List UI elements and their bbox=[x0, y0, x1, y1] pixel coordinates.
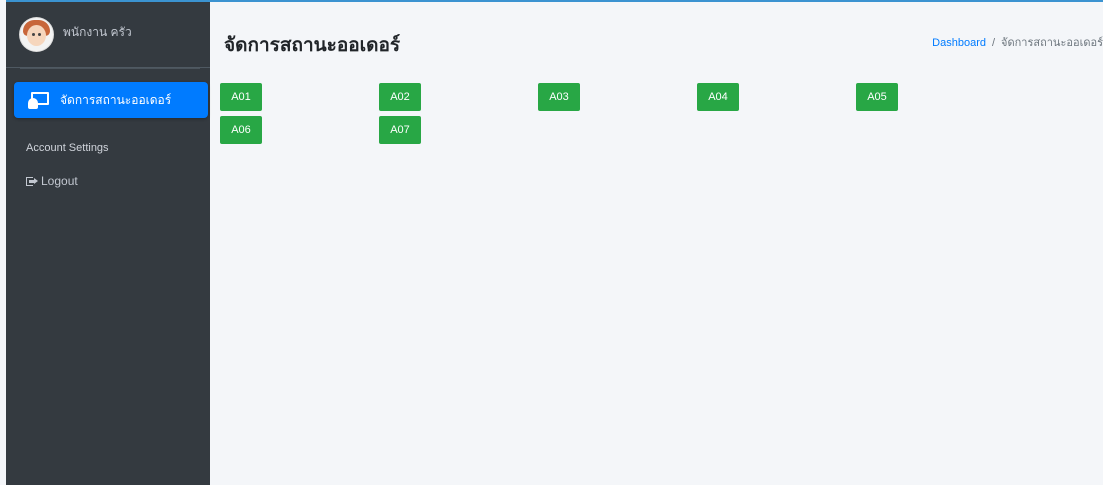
avatar-icon bbox=[20, 18, 53, 51]
user-name: พนักงาน ครัว bbox=[63, 25, 132, 39]
table-grid: A01 A02 A03 A04 A05 A06 A07 bbox=[220, 83, 1100, 144]
breadcrumb: Dashboard / จัดการสถานะออเดอร์ bbox=[932, 33, 1103, 51]
logout-label: Logout bbox=[41, 174, 78, 188]
app-root: พนักงาน ครัว จัดการสถานะออเดอร์ Account … bbox=[0, 0, 1103, 485]
table-button-a04[interactable]: A04 bbox=[697, 83, 739, 111]
breadcrumb-current: จัดการสถานะออเดอร์ bbox=[1001, 37, 1103, 49]
user-panel[interactable]: พนักงาน ครัว bbox=[6, 2, 210, 68]
sidebar-section-header: Account Settings bbox=[26, 142, 109, 154]
sidebar-item-order-status[interactable]: จัดการสถานะออเดอร์ bbox=[14, 82, 208, 118]
table-button-a03[interactable]: A03 bbox=[538, 83, 580, 111]
table-button-a06[interactable]: A06 bbox=[220, 116, 262, 144]
sidebar-divider bbox=[20, 68, 200, 69]
table-button-a05[interactable]: A05 bbox=[856, 83, 898, 111]
page-title: จัดการสถานะออเดอร์ bbox=[224, 35, 401, 56]
sign-out-icon bbox=[26, 176, 38, 187]
sidebar-item-logout[interactable]: Logout bbox=[26, 174, 78, 188]
table-button-a07[interactable]: A07 bbox=[379, 116, 421, 144]
breadcrumb-dashboard-link[interactable]: Dashboard bbox=[932, 37, 986, 49]
sidebar-item-label: จัดการสถานะออเดอร์ bbox=[60, 93, 172, 107]
breadcrumb-separator: / bbox=[991, 37, 996, 49]
table-button-a01[interactable]: A01 bbox=[220, 83, 262, 111]
chalkboard-teacher-icon bbox=[28, 91, 50, 109]
sidebar: พนักงาน ครัว จัดการสถานะออเดอร์ Account … bbox=[6, 0, 210, 485]
table-button-a02[interactable]: A02 bbox=[379, 83, 421, 111]
main-content: จัดการสถานะออเดอร์ Dashboard / จัดการสถานะ… bbox=[210, 0, 1103, 485]
